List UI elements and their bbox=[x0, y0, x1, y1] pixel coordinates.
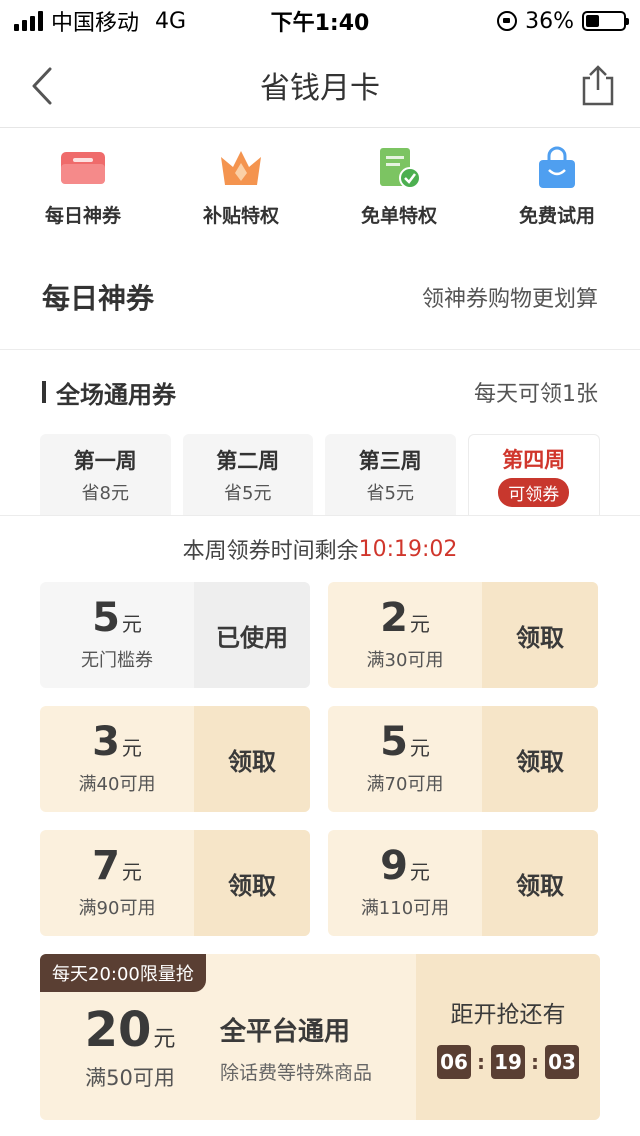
general-coupon-header: 全场通用券 每天可领1张 bbox=[0, 350, 640, 434]
green-document-check-icon bbox=[374, 145, 424, 191]
quick-nav-daily-coupon[interactable]: 每日神券 bbox=[8, 145, 158, 228]
timer-hours: 06 bbox=[437, 1045, 471, 1079]
week-tabs: 第一周 省8元 第二周 省5元 第三周 省5元 第四周 可领券 bbox=[0, 434, 640, 516]
coupon-unit: 元 bbox=[121, 612, 142, 636]
subsection-title: 全场通用券 bbox=[42, 375, 176, 410]
coupon-unit: 元 bbox=[409, 612, 430, 636]
section-subtitle: 领神券购物更划算 bbox=[421, 286, 598, 312]
coupon-unit: 元 bbox=[121, 860, 142, 884]
week-saving: 省5元 bbox=[224, 482, 272, 504]
daily-coupon-header: 每日神券 领神券购物更划算 bbox=[0, 244, 640, 350]
coupon-condition: 满30可用 bbox=[366, 650, 444, 671]
orange-crown-icon bbox=[216, 145, 266, 191]
quick-nav-subsidy[interactable]: 补贴特权 bbox=[166, 145, 316, 228]
coupon-card: 3元 满40可用 领取 bbox=[40, 706, 310, 812]
timer-label: 距开抢还有 bbox=[450, 1002, 566, 1028]
blue-shopping-bag-icon bbox=[532, 145, 582, 191]
claimable-badge: 可领券 bbox=[498, 477, 570, 507]
share-button[interactable] bbox=[578, 64, 618, 106]
quick-nav-free-order[interactable]: 免单特权 bbox=[324, 145, 474, 228]
tab-week-3[interactable]: 第三周 省5元 bbox=[325, 434, 456, 515]
coupon-amount: 2 bbox=[380, 595, 408, 641]
coupon-amount: 7 bbox=[92, 843, 120, 889]
week-name: 第一周 bbox=[73, 448, 137, 473]
coupon-unit: 元 bbox=[409, 860, 430, 884]
page-title: 省钱月卡 bbox=[260, 70, 380, 106]
claim-button[interactable]: 领取 bbox=[482, 830, 598, 936]
flash-sale-coupon[interactable]: 每天20:00限量抢 20元 满50可用 全平台通用 除话费等特殊商品 距开抢还… bbox=[40, 954, 600, 1120]
coupon-card: 5元 满70可用 领取 bbox=[328, 706, 598, 812]
flash-sale-tag: 每天20:00限量抢 bbox=[40, 954, 206, 992]
battery-icon bbox=[582, 11, 629, 31]
flash-amount: 20 bbox=[84, 1002, 152, 1058]
claim-button[interactable]: 领取 bbox=[194, 706, 310, 812]
week-saving: 省5元 bbox=[366, 482, 414, 504]
carrier-name: 中国移动 bbox=[51, 11, 140, 36]
claim-button[interactable]: 领取 bbox=[482, 706, 598, 812]
quick-nav-free-trial[interactable]: 免费试用 bbox=[482, 145, 632, 228]
quick-nav-label: 补贴特权 bbox=[202, 204, 279, 227]
coupon-unit: 元 bbox=[121, 736, 142, 760]
tab-week-2[interactable]: 第二周 省5元 bbox=[182, 434, 313, 515]
chevron-left-icon bbox=[32, 67, 52, 105]
flash-condition: 满50可用 bbox=[85, 1066, 175, 1090]
coupon-card: 7元 满90可用 领取 bbox=[40, 830, 310, 936]
coupon-condition: 无门槛券 bbox=[81, 650, 153, 671]
coupon-used-label: 已使用 bbox=[194, 582, 310, 688]
week-saving: 省8元 bbox=[81, 482, 129, 504]
subsection-note: 每天可领1张 bbox=[474, 382, 598, 407]
coupon-condition: 满110可用 bbox=[360, 898, 450, 919]
battery-percent: 36% bbox=[525, 8, 574, 34]
week-name: 第四周 bbox=[502, 447, 566, 472]
coupon-amount: 5 bbox=[92, 595, 120, 641]
navigation-bar: 省钱月卡 bbox=[0, 42, 640, 128]
flash-title: 全平台通用 bbox=[220, 1017, 351, 1047]
timer-seconds: 03 bbox=[545, 1045, 579, 1079]
tab-week-4[interactable]: 第四周 可领券 bbox=[467, 434, 600, 515]
network-type: 4G bbox=[155, 8, 187, 34]
timer-minutes: 19 bbox=[491, 1045, 525, 1079]
claim-button[interactable]: 领取 bbox=[482, 582, 598, 688]
coupon-amount: 3 bbox=[92, 719, 120, 765]
countdown-timer: 06 : 19 : 03 bbox=[437, 1045, 579, 1079]
countdown-value: 10:19:02 bbox=[358, 536, 458, 562]
countdown-label: 本周领券时间剩余 bbox=[182, 539, 359, 564]
week-countdown: 本周领券时间剩余 10:19:02 bbox=[0, 516, 640, 582]
quick-nav: 每日神券 补贴特权 免单特权 免费试用 bbox=[0, 128, 640, 244]
coupon-condition: 满40可用 bbox=[78, 774, 156, 795]
coupon-condition: 满70可用 bbox=[366, 774, 444, 795]
coupon-card: 2元 满30可用 领取 bbox=[328, 582, 598, 688]
quick-nav-label: 免费试用 bbox=[518, 204, 595, 227]
coupon-card: 5元 无门槛券 已使用 bbox=[40, 582, 310, 688]
coupon-grid: 5元 无门槛券 已使用 2元 满30可用 领取 3元 满40可用 领取 5元 满… bbox=[0, 582, 640, 936]
status-bar: 中国移动 4G 下午1:40 36% bbox=[0, 0, 640, 42]
quick-nav-label: 免单特权 bbox=[360, 204, 437, 227]
coupon-unit: 元 bbox=[409, 736, 430, 760]
coupon-condition: 满90可用 bbox=[78, 898, 156, 919]
week-name: 第三周 bbox=[358, 448, 422, 473]
red-coupon-icon bbox=[58, 145, 108, 191]
flash-unit: 元 bbox=[153, 1027, 176, 1052]
claim-button[interactable]: 领取 bbox=[194, 830, 310, 936]
flash-timer-area: 距开抢还有 06 : 19 : 03 bbox=[416, 954, 600, 1120]
week-name: 第二周 bbox=[216, 448, 280, 473]
coupon-amount: 5 bbox=[380, 719, 408, 765]
coupon-amount: 9 bbox=[380, 843, 408, 889]
coupon-panel: 每日神券 领神券购物更划算 全场通用券 每天可领1张 第一周 省8元 第二周 省… bbox=[0, 244, 640, 1136]
share-icon bbox=[582, 65, 614, 106]
orientation-lock-icon bbox=[497, 11, 518, 31]
back-button[interactable] bbox=[22, 66, 62, 106]
coupon-card: 9元 满110可用 领取 bbox=[328, 830, 598, 936]
quick-nav-label: 每日神券 bbox=[44, 204, 121, 227]
signal-strength-icon bbox=[14, 11, 43, 31]
flash-description: 除话费等特殊商品 bbox=[220, 1062, 373, 1084]
section-title: 每日神券 bbox=[42, 281, 155, 315]
tab-week-1[interactable]: 第一周 省8元 bbox=[40, 434, 171, 515]
